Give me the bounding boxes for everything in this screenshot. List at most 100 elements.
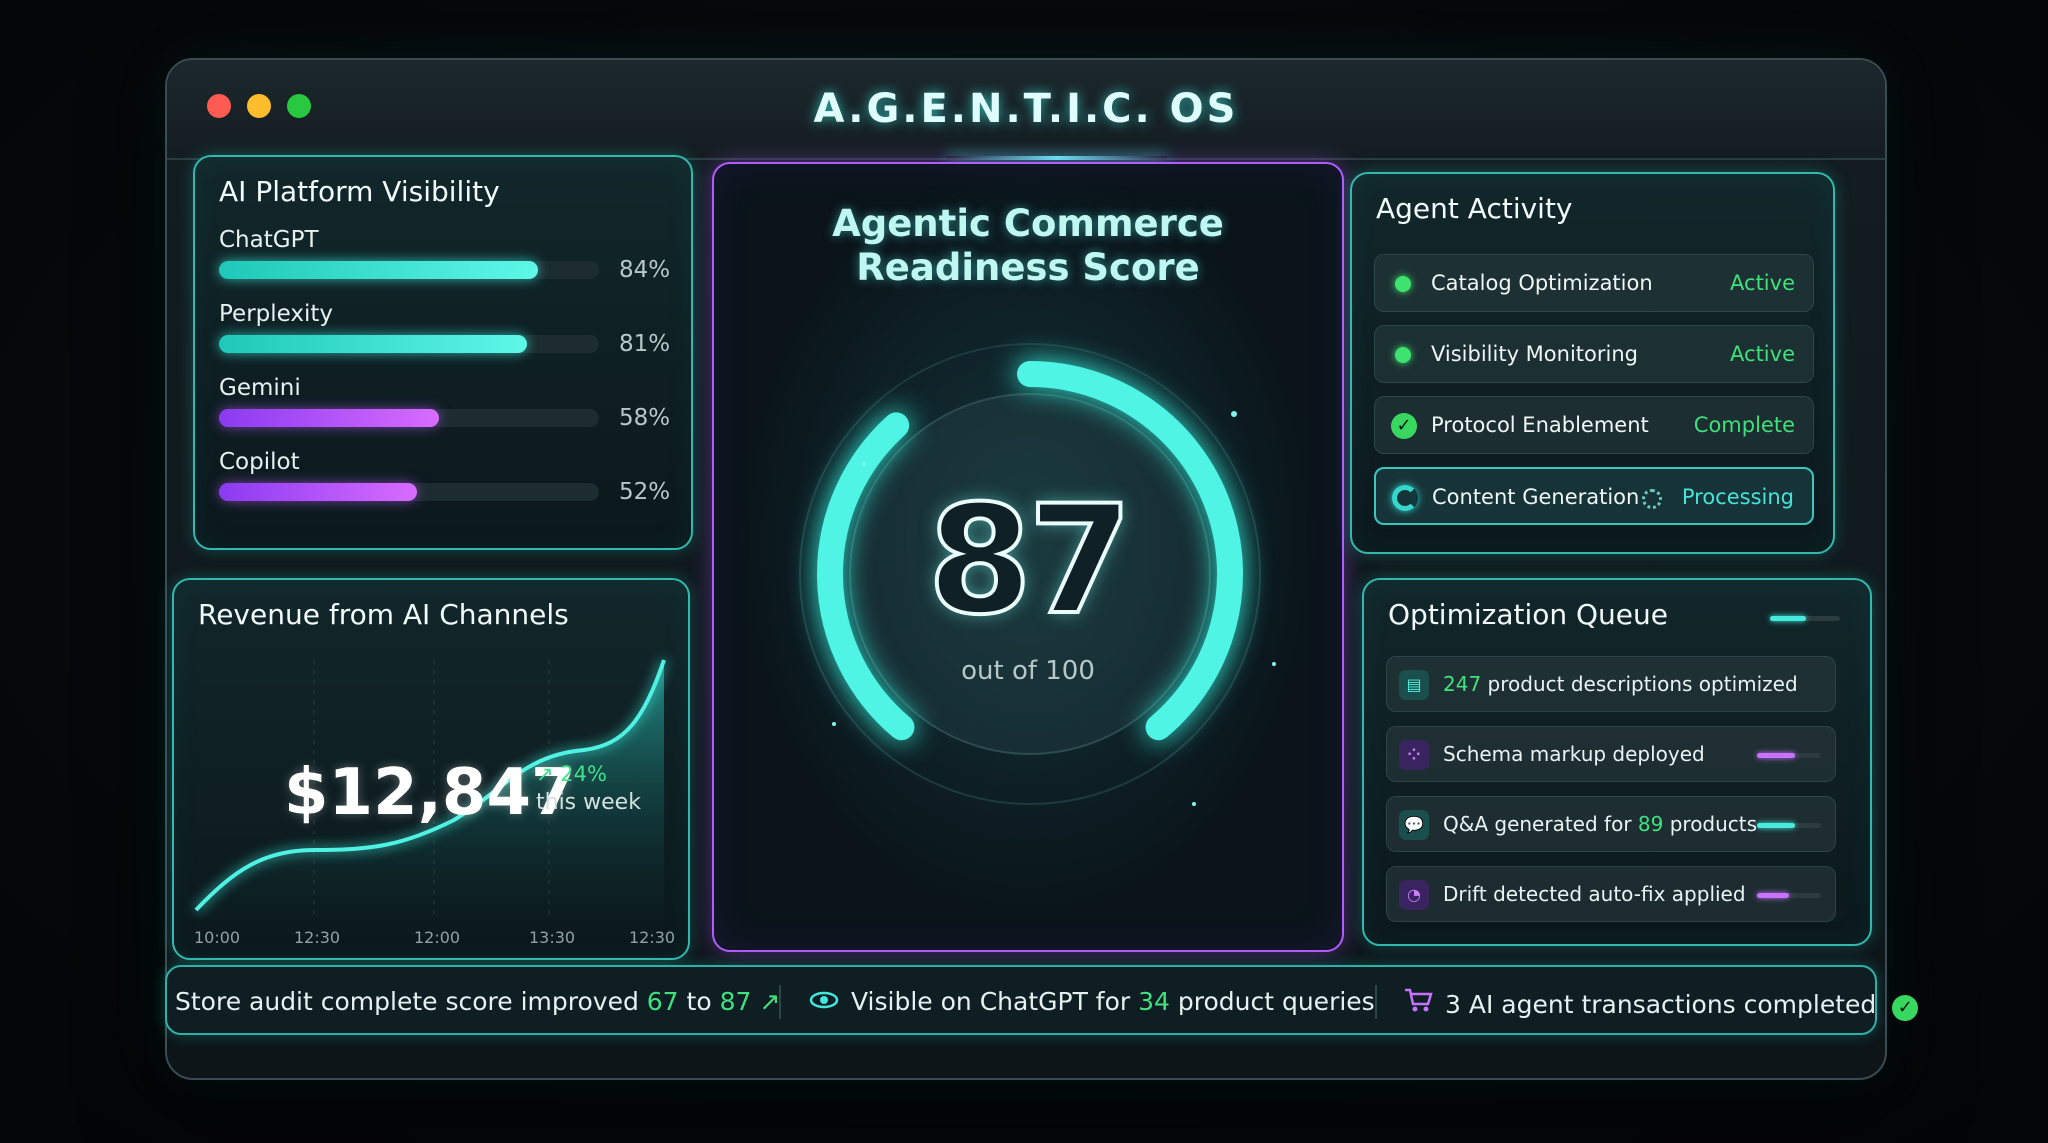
platform-percent: 52% — [619, 479, 671, 505]
transactions-status: 3 AI agent transactions completed ✓ — [1403, 987, 1919, 1021]
visibility-status: Visible on ChatGPT for 34 product querie… — [809, 987, 1375, 1016]
grid-icon: ⁘ — [1399, 740, 1429, 770]
queue-progress-track — [1757, 893, 1821, 898]
time-tick: 10:00 — [194, 928, 241, 947]
visibility-title: AI Platform Visibility — [219, 175, 500, 208]
sparkle — [1192, 802, 1196, 806]
divider — [1375, 985, 1377, 1019]
agent-label: Visibility Monitoring — [1431, 342, 1638, 366]
agent-label: Content Generation — [1432, 485, 1640, 509]
revenue-change: ↗ 24% — [536, 762, 607, 786]
visibility-suffix: product queries — [1169, 987, 1375, 1016]
queue-item[interactable]: ▤ 247 product descriptions optimized — [1386, 656, 1836, 712]
score-max-label: out of 100 — [961, 656, 1095, 686]
platform-percent: 81% — [619, 331, 671, 357]
queue-progress-track — [1757, 753, 1821, 758]
audit-mid-text: to — [678, 987, 720, 1016]
queue-title: Optimization Queue — [1388, 598, 1668, 631]
queue-count: 247 — [1443, 672, 1482, 696]
sparkle — [1231, 411, 1237, 417]
agent-activity-title: Agent Activity — [1376, 192, 1573, 225]
visibility-text: Visible on ChatGPT for — [851, 987, 1139, 1016]
processing-ring-icon — [1392, 485, 1418, 511]
sparkle — [862, 462, 866, 466]
platform-progress-fill — [219, 483, 417, 501]
queue-text: Drift detected auto-fix applied — [1443, 882, 1746, 906]
sparkle — [832, 722, 836, 726]
platform-progress-track — [219, 409, 599, 427]
visibility-count: 34 — [1138, 987, 1170, 1016]
platform-progress-track — [219, 483, 599, 501]
queue-progress-track — [1757, 823, 1821, 828]
readiness-score-panel: Agentic Commerce Readiness Score 87 out … — [712, 162, 1344, 952]
queue-text: Schema markup deployed — [1443, 742, 1705, 766]
revenue-panel: Revenue from AI Channels $12,847 ↗ 24% t… — [172, 578, 690, 960]
platform-name: ChatGPT — [219, 227, 319, 253]
divider — [779, 985, 781, 1019]
cart-icon — [1403, 987, 1433, 1019]
platform-name: Gemini — [219, 375, 301, 401]
eye-icon — [809, 987, 839, 1016]
queue-label: Q&A generated for 89 products — [1443, 812, 1757, 836]
queue-label: Drift detected auto-fix applied — [1443, 882, 1746, 906]
score-value: 87 — [926, 472, 1135, 650]
time-tick: 13:30 — [529, 928, 576, 947]
platform-row-chatgpt: ChatGPT 84% — [219, 227, 670, 297]
agent-status: Processing — [1681, 485, 1794, 509]
trend-up-icon: ↗ — [759, 987, 781, 1016]
platform-row-gemini: Gemini 58% — [219, 375, 670, 445]
platform-percent: 58% — [619, 405, 671, 431]
queue-text-suffix: products — [1663, 812, 1758, 836]
platform-percent: 84% — [619, 257, 671, 283]
queue-item[interactable]: ◔ Drift detected auto-fix applied — [1386, 866, 1836, 922]
queue-progress-fill — [1757, 823, 1796, 828]
platform-progress-fill — [219, 409, 440, 427]
time-tick: 12:30 — [629, 928, 676, 947]
revenue-amount: $12,847 — [284, 756, 576, 830]
title-glow-line — [947, 156, 1167, 160]
queue-item[interactable]: 💬 Q&A generated for 89 products — [1386, 796, 1836, 852]
queue-item[interactable]: ⁘ Schema markup deployed — [1386, 726, 1836, 782]
pie-icon: ◔ — [1399, 880, 1429, 910]
document-icon: ▤ — [1399, 670, 1429, 700]
queue-text: Q&A generated for — [1443, 812, 1638, 836]
agent-activity-panel: Agent Activity Catalog Optimization Activ… — [1350, 172, 1835, 554]
status-dot-icon — [1395, 347, 1411, 363]
platform-row-perplexity: Perplexity 81% — [219, 301, 670, 371]
check-circle-icon: ✓ — [1391, 413, 1417, 439]
platform-progress-fill — [219, 335, 527, 353]
audit-status: Store audit complete score improved 67 t… — [175, 987, 780, 1016]
visibility-panel: AI Platform Visibility ChatGPT 84% Perplex… — [193, 155, 693, 550]
time-tick: 12:00 — [414, 928, 461, 947]
platform-row-copilot: Copilot 52% — [219, 449, 670, 519]
agent-label: Protocol Enablement — [1431, 413, 1649, 437]
optimization-queue-panel: Optimization Queue ▤ 247 product descript… — [1362, 578, 1872, 946]
agent-row-content-generation[interactable]: Content Generation Processing — [1374, 467, 1814, 525]
platform-name: Perplexity — [219, 301, 334, 327]
agent-status: Active — [1730, 271, 1795, 295]
queue-progress-fill — [1757, 893, 1789, 898]
chat-icon: 💬 — [1399, 810, 1429, 840]
platform-progress-track — [219, 335, 599, 353]
agent-row-visibility-monitoring[interactable]: Visibility Monitoring Active — [1374, 325, 1814, 383]
queue-progress-fill — [1757, 753, 1796, 758]
agent-label: Catalog Optimization — [1431, 271, 1653, 295]
time-tick: 12:30 — [294, 928, 341, 947]
agent-row-protocol-enablement[interactable]: ✓ Protocol Enablement Complete — [1374, 396, 1814, 454]
spinner-icon — [1642, 489, 1662, 509]
agent-status: Complete — [1693, 413, 1795, 437]
status-dot-icon — [1395, 276, 1411, 292]
queue-text: product descriptions optimized — [1481, 672, 1798, 696]
queue-count: 89 — [1637, 812, 1664, 836]
queue-label: 247 product descriptions optimized — [1443, 672, 1798, 696]
audit-text: Store audit complete score improved — [175, 987, 647, 1016]
title-bar: A.G.E.N.T.I.C. OS — [167, 60, 1885, 160]
queue-label: Schema markup deployed — [1443, 742, 1705, 766]
agent-row-catalog-optimization[interactable]: Catalog Optimization Active — [1374, 254, 1814, 312]
platform-progress-track — [219, 261, 599, 279]
agent-status: Active — [1730, 342, 1795, 366]
transactions-text: 3 AI agent transactions completed — [1445, 990, 1877, 1019]
revenue-period: this week — [536, 790, 641, 815]
app-title: A.G.E.N.T.I.C. OS — [813, 86, 1239, 132]
audit-from-score: 67 — [646, 987, 679, 1016]
